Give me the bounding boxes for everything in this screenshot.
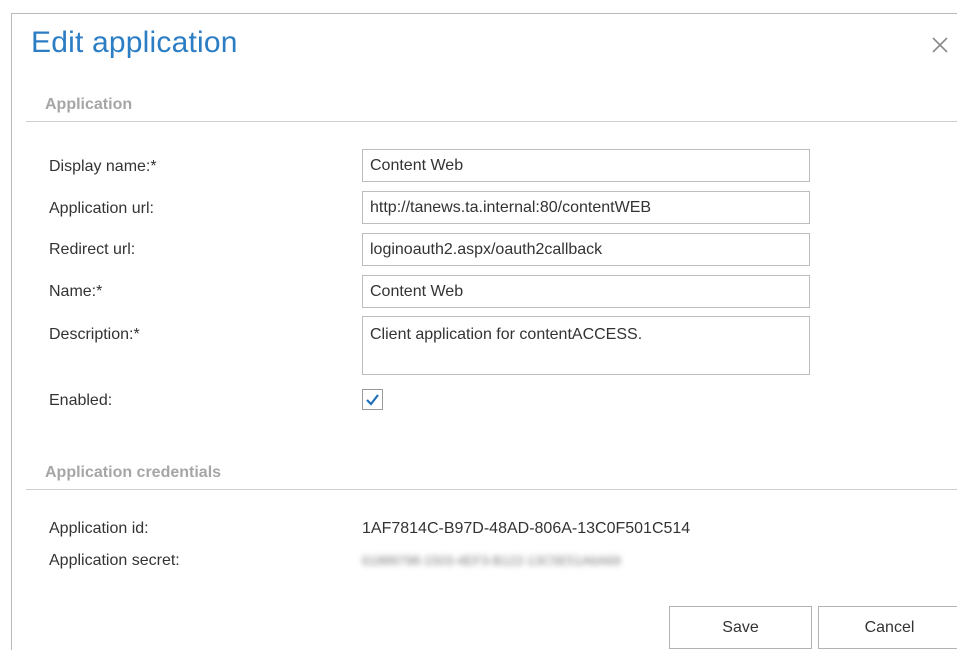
close-icon[interactable]: [930, 35, 950, 55]
description-field[interactable]: Client application for contentACCESS.: [362, 316, 810, 375]
name-field[interactable]: [362, 275, 810, 308]
enabled-checkbox[interactable]: [362, 389, 383, 410]
edit-application-dialog: Edit application Application Display nam…: [0, 0, 957, 650]
name-label: Name:*: [49, 283, 103, 300]
section-header-credentials: Application credentials: [45, 464, 222, 481]
application-id-value: 1AF7814C-B97D-48AD-806A-13C0F501C514: [362, 520, 691, 537]
display-name-field[interactable]: [362, 149, 810, 182]
description-label: Description:*: [49, 326, 140, 343]
section-divider-application: [26, 121, 957, 122]
dialog-border-top: [11, 13, 957, 14]
application-secret-value: 61889798-1503-4EF3-B122-13C5E51A6A69: [362, 553, 621, 568]
application-url-field[interactable]: [362, 191, 810, 224]
section-divider-credentials: [26, 489, 957, 490]
cancel-button[interactable]: Cancel: [818, 606, 957, 649]
application-id-label: Application id:: [49, 520, 149, 537]
enabled-label: Enabled:: [49, 392, 113, 409]
display-name-label: Display name:*: [49, 158, 157, 175]
redirect-url-field[interactable]: [362, 233, 810, 266]
save-button[interactable]: Save: [669, 606, 812, 649]
application-secret-label: Application secret:: [49, 552, 180, 569]
section-header-application: Application: [45, 96, 133, 113]
dialog-border-left: [11, 13, 12, 650]
checkmark-icon: [366, 394, 379, 406]
redirect-url-label: Redirect url:: [49, 241, 136, 258]
dialog-title: Edit application: [31, 26, 238, 59]
application-url-label: Application url:: [49, 200, 154, 217]
